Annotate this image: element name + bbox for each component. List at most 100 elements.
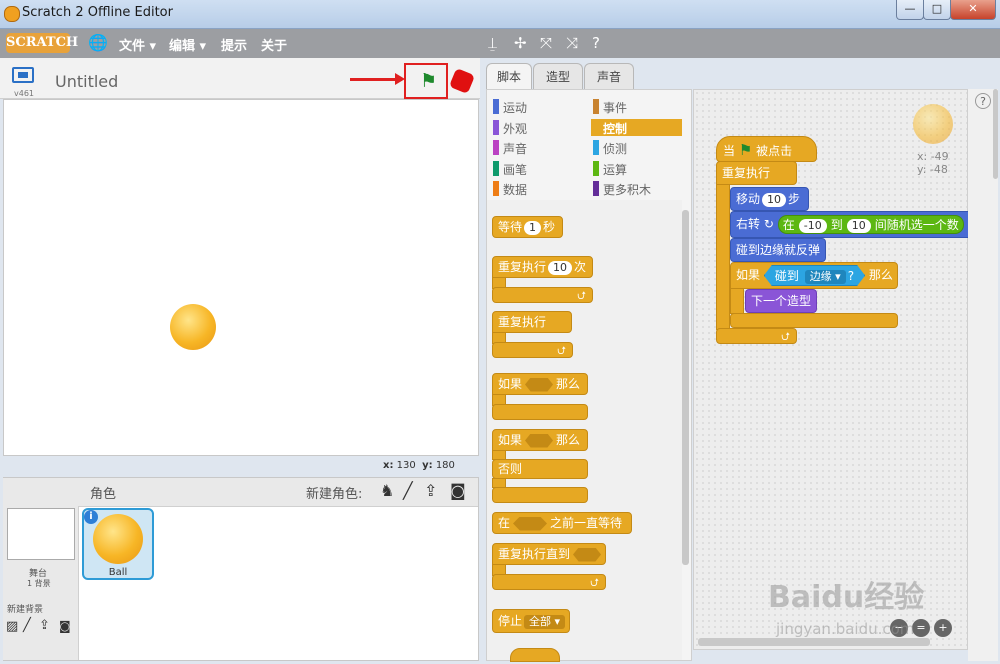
window-title: Scratch 2 Offline Editor bbox=[22, 5, 173, 20]
menu-edit[interactable]: 编辑 ▾ bbox=[169, 35, 206, 54]
fullscreen-icon[interactable] bbox=[12, 67, 34, 83]
stage-thumbnail[interactable] bbox=[7, 508, 75, 560]
category-color-swatch bbox=[493, 181, 499, 196]
sprite-x: x: -49 bbox=[917, 150, 949, 163]
delete-scissors-icon[interactable]: ✢ bbox=[514, 34, 527, 52]
block-random[interactable]: 在 -10 到 10 间随机选一个数 bbox=[777, 215, 964, 234]
block-text: 重复执行直到 bbox=[498, 547, 571, 561]
block-text: 重复执行 bbox=[722, 166, 771, 180]
sprite-y: y: -48 bbox=[917, 163, 948, 176]
green-flag-icon[interactable]: ⚑ bbox=[420, 71, 437, 91]
block-text: 在 bbox=[782, 218, 795, 232]
block-text: 等待 bbox=[498, 220, 523, 234]
minimize-button[interactable]: — bbox=[896, 0, 924, 20]
block-when-flag-clicked[interactable]: 当 ⚑ 被点击 bbox=[716, 136, 817, 162]
help-circle-icon[interactable]: ? bbox=[975, 93, 991, 109]
camera-sprite-icon[interactable]: ◙ bbox=[450, 481, 466, 500]
category-label: 控制 bbox=[603, 121, 628, 136]
category-color-swatch bbox=[493, 99, 499, 114]
c-block-foot: ⮍ bbox=[492, 574, 606, 590]
block-repeat[interactable]: 重复执行 10 次 bbox=[492, 256, 593, 278]
block-repeat-until[interactable]: 重复执行直到 bbox=[492, 543, 606, 565]
block-forever[interactable]: 重复执行 bbox=[716, 161, 797, 185]
block-touching[interactable]: 碰到 边缘 ▾? bbox=[764, 265, 865, 286]
backdrop-library-icon[interactable]: ▨ bbox=[6, 619, 18, 634]
upload-sprite-icon[interactable]: ⇪ bbox=[424, 481, 437, 500]
grow-icon[interactable]: ⤧ bbox=[540, 34, 552, 52]
c-block-foot: ⮍ bbox=[492, 342, 573, 358]
block-bounce[interactable]: 碰到边缘就反弹 bbox=[730, 238, 826, 262]
scratch-logo[interactable]: SCRATCH bbox=[6, 33, 78, 53]
block-text: 重复执行 bbox=[498, 315, 547, 329]
block-text: 重复执行 bbox=[498, 260, 547, 274]
condition-slot[interactable] bbox=[513, 516, 548, 531]
block-forever[interactable]: 重复执行 bbox=[492, 311, 572, 333]
stop-dropdown[interactable]: 全部 ▾ bbox=[524, 615, 566, 629]
category-color-swatch bbox=[593, 99, 599, 114]
condition-slot[interactable] bbox=[525, 377, 554, 392]
tab-sounds[interactable]: 声音 bbox=[584, 63, 634, 90]
zoom-in-icon[interactable]: + bbox=[934, 619, 952, 637]
close-button[interactable]: ✕ bbox=[950, 0, 996, 20]
block-input[interactable]: 10 bbox=[762, 193, 787, 207]
paint-sprite-icon[interactable]: ╱ bbox=[403, 481, 413, 500]
block-turn-right[interactable]: 右转 ↻ 在 -10 到 10 间随机选一个数 bbox=[730, 211, 968, 238]
block-if-then[interactable]: 如果 那么 bbox=[492, 373, 588, 395]
touching-dropdown[interactable]: 边缘 ▾ bbox=[805, 270, 846, 284]
shrink-icon[interactable]: ⤨ bbox=[566, 34, 578, 52]
block-input[interactable]: 1 bbox=[524, 221, 542, 235]
project-name[interactable]: Untitled bbox=[55, 72, 118, 91]
block-stop[interactable]: 停止 全部 ▾ bbox=[492, 609, 570, 633]
zoom-reset-icon[interactable]: = bbox=[912, 619, 930, 637]
ball-sprite[interactable] bbox=[170, 304, 216, 350]
maximize-button[interactable]: □ bbox=[923, 0, 951, 20]
menu-about[interactable]: 关于 bbox=[261, 35, 287, 54]
stage-selector[interactable]: 舞台 1 背景 新建背景 ▨ ╱ ⇪ ◙ bbox=[3, 478, 79, 660]
block-input[interactable]: -10 bbox=[798, 219, 827, 233]
block-text: 那么 bbox=[556, 433, 581, 447]
help-icon[interactable]: ? bbox=[592, 34, 600, 52]
sprite-card-ball[interactable]: i Ball bbox=[82, 508, 154, 580]
paint-backdrop-icon[interactable]: ╱ bbox=[23, 618, 31, 633]
sprite-library-icon[interactable]: ♞ bbox=[380, 481, 394, 500]
stage-canvas[interactable] bbox=[3, 99, 479, 456]
menu-tips[interactable]: 提示 bbox=[221, 35, 247, 54]
block-text: 间随机选一个数 bbox=[874, 218, 959, 232]
baidu-url: jingyan.baidu.com bbox=[776, 620, 915, 638]
category-label: 侦测 bbox=[603, 142, 628, 156]
palette-scrollbar[interactable] bbox=[682, 210, 689, 565]
block-if-else[interactable]: 如果 那么 bbox=[492, 429, 588, 451]
else-label: 否则 bbox=[492, 459, 588, 479]
globe-icon[interactable]: 🌐 bbox=[88, 33, 108, 52]
block-text: 碰到边缘就反弹 bbox=[736, 243, 821, 257]
mouse-coordinates: x: 130 y: 180 bbox=[383, 460, 455, 471]
c-block-foot bbox=[492, 404, 588, 420]
tab-scripts[interactable]: 脚本 bbox=[486, 63, 532, 90]
upload-backdrop-icon[interactable]: ⇪ bbox=[39, 618, 50, 633]
tab-costumes[interactable]: 造型 bbox=[533, 63, 583, 90]
block-wait-until[interactable]: 在 之前一直等待 bbox=[492, 512, 632, 534]
block-input[interactable]: 10 bbox=[548, 261, 573, 275]
loop-arrow-icon: ⮍ bbox=[781, 330, 790, 343]
block-next-costume[interactable]: 下一个造型 bbox=[745, 289, 817, 313]
block-text: 碰到 bbox=[774, 269, 799, 283]
info-icon[interactable]: i bbox=[84, 510, 98, 524]
camera-backdrop-icon[interactable]: ◙ bbox=[59, 619, 71, 633]
category-color-swatch bbox=[493, 119, 499, 135]
condition-slot[interactable] bbox=[525, 433, 554, 448]
category-label: 外观 bbox=[503, 121, 528, 136]
block-text: 如果 bbox=[498, 433, 523, 447]
script-hscrollbar[interactable] bbox=[698, 638, 930, 646]
block-input[interactable]: 10 bbox=[846, 219, 871, 233]
block-wait[interactable]: 等待 1 秒 bbox=[492, 216, 563, 238]
duplicate-stamp-icon[interactable]: ⍊ bbox=[488, 34, 497, 52]
sprite-header: 角色 新建角色: bbox=[78, 478, 478, 507]
block-if[interactable]: 如果 碰到 边缘 ▾? 那么 bbox=[730, 262, 898, 289]
menu-file[interactable]: 文件 ▾ bbox=[119, 35, 156, 54]
page-scrollbar[interactable] bbox=[993, 89, 998, 179]
category-color-swatch bbox=[593, 181, 599, 196]
block-hat-partial[interactable] bbox=[510, 648, 560, 662]
loop-arrow-icon: ⮍ bbox=[590, 576, 599, 589]
condition-slot[interactable] bbox=[573, 547, 602, 562]
block-move[interactable]: 移动 10 步 bbox=[730, 187, 809, 211]
